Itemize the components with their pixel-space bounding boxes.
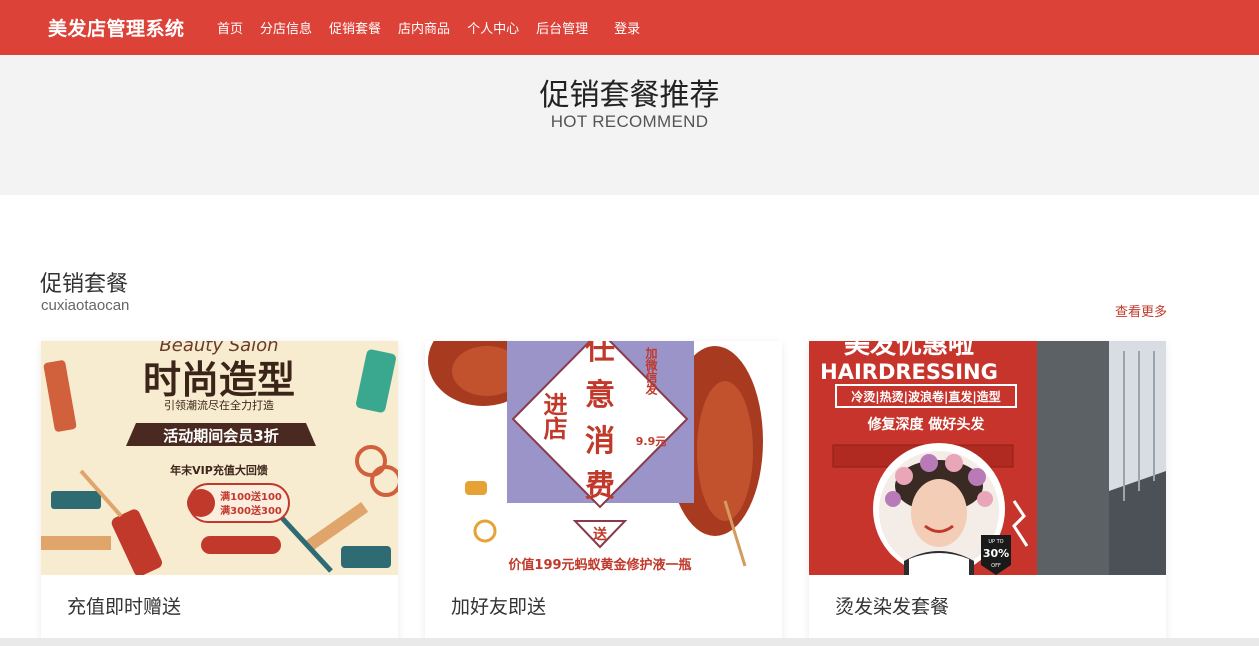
promo-card-add-friend[interactable]: 任 意 消 费 进店 加微信发 9.9元 送 价值199元蚂蚁黄金修护液一瓶 加… — [425, 341, 782, 646]
page-bottom-edge — [0, 638, 1259, 646]
promo-image-any-spend[interactable]: 任 意 消 费 进店 加微信发 9.9元 送 价值199元蚂蚁黄金修护液一瓶 — [425, 341, 782, 575]
poster-services: 冷烫|热烫|波浪卷|直发|造型 — [851, 389, 1001, 404]
poster-ribbon: 活动期间会员3折 — [163, 427, 278, 445]
poster-headline: 时尚造型 — [143, 358, 295, 402]
poster-en: HAIRDRESSING — [820, 360, 998, 384]
section-subtitle: cuxiaotaocan — [41, 297, 130, 314]
main-nav: 首页 分店信息 促销套餐 店内商品 个人中心 后台管理 登录 — [217, 18, 657, 37]
poster-big3: 消 — [585, 424, 615, 459]
hero-subtitle: HOT RECOMMEND — [550, 112, 709, 131]
view-more-link[interactable]: 查看更多 — [1115, 301, 1167, 320]
poster-price: 9.9元 — [636, 435, 667, 448]
poster-note: 年末VIP充值大回馈 — [170, 463, 268, 477]
poster-big2: 意 — [585, 378, 615, 413]
poster-off: OFF — [991, 563, 1001, 569]
poster-footer: 价值199元蚂蚁黄金修护液一瓶 — [508, 557, 691, 573]
poster-slogan: 修复深度 做好头发 — [867, 416, 986, 433]
poster-tagline: 引领潮流尽在全力打造 — [164, 398, 274, 412]
nav-promotions[interactable]: 促销套餐 — [329, 18, 381, 37]
poster-top: 美发优惠啦 — [844, 341, 974, 360]
poster-big4: 费 — [585, 469, 615, 504]
promo-image-hairdressing[interactable]: 美发优惠啦 HAIRDRESSING 冷烫|热烫|波浪卷|直发|造型 修复深度 … — [809, 341, 1166, 575]
poster-upto: UP TO — [988, 539, 1003, 545]
nav-admin[interactable]: 后台管理 — [536, 18, 588, 37]
poster-badge-line2: 满300送300 — [220, 504, 282, 517]
top-navbar: 美发店管理系统 首页 分店信息 促销套餐 店内商品 个人中心 后台管理 登录 — [0, 0, 1259, 55]
section-title: 促销套餐 — [40, 272, 129, 297]
promo-card-recharge[interactable]: Beauty Salon 时尚造型 引领潮流尽在全力打造 活动期间会员3折 年末… — [41, 341, 398, 646]
nav-home[interactable]: 首页 — [217, 18, 243, 37]
poster-big1: 任 — [584, 341, 615, 367]
card-title[interactable]: 烫发染发套餐 — [835, 592, 949, 619]
promo-image-salon[interactable]: Beauty Salon 时尚造型 引领潮流尽在全力打造 活动期间会员3折 年末… — [41, 341, 398, 575]
nav-branch-info[interactable]: 分店信息 — [260, 18, 312, 37]
card-title[interactable]: 充值即时赠送 — [67, 592, 181, 619]
nav-products[interactable]: 店内商品 — [398, 18, 450, 37]
card-title[interactable]: 加好友即送 — [451, 592, 546, 619]
poster-right: 加微信发 — [644, 346, 658, 396]
poster-left: 进店 — [539, 392, 567, 441]
poster-badge-line1: 满100送100 — [220, 490, 282, 503]
hero-title: 促销套餐推荐 — [539, 78, 720, 113]
poster-script: Beauty Salon — [159, 341, 278, 356]
nav-login[interactable]: 登录 — [614, 18, 640, 37]
nav-profile[interactable]: 个人中心 — [467, 18, 519, 37]
hero-banner: 促销套餐推荐 HOT RECOMMEND — [0, 55, 1259, 195]
poster-discount: 30% — [983, 547, 1009, 560]
site-brand[interactable]: 美发店管理系统 — [48, 14, 185, 41]
poster-gift: 送 — [592, 526, 608, 543]
promo-card-perm-dye[interactable]: 美发优惠啦 HAIRDRESSING 冷烫|热烫|波浪卷|直发|造型 修复深度 … — [809, 341, 1166, 646]
